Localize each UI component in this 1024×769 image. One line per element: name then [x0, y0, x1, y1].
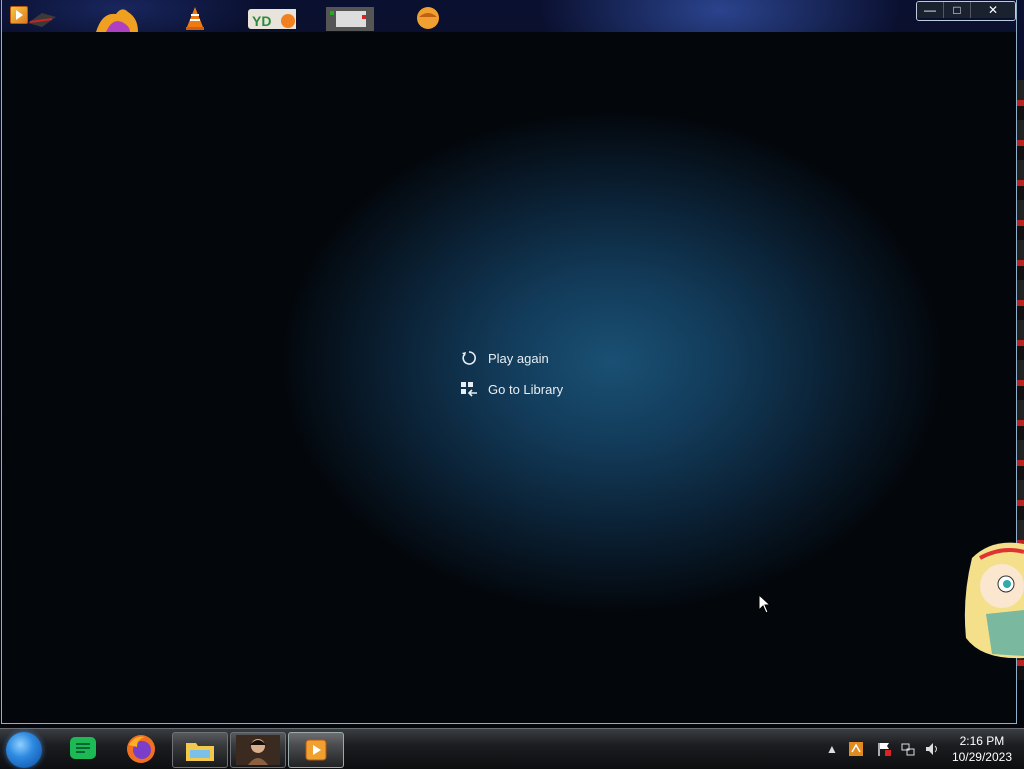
media-player-app-icon[interactable] [10, 6, 28, 24]
system-tray: ▲ 2:16 PM 10/29/2023 [814, 729, 1024, 769]
portrait-app-icon[interactable] [230, 732, 286, 768]
window-titlebar[interactable]: — □ ✕ [2, 0, 1016, 32]
mouse-cursor [758, 593, 772, 619]
close-button[interactable]: ✕ [970, 2, 1015, 18]
show-hidden-icons-icon[interactable]: ▲ [824, 741, 840, 757]
media-player-icon[interactable] [288, 732, 344, 768]
tray-app-icon[interactable] [848, 741, 864, 757]
go-to-library-button[interactable]: Go to Library [460, 376, 563, 402]
clock-time: 2:16 PM [959, 734, 1005, 748]
maximize-button[interactable]: □ [943, 2, 970, 18]
network-icon[interactable] [900, 741, 916, 757]
player-content-area[interactable]: Play again Go to Library [2, 32, 1016, 722]
replay-icon [460, 349, 478, 367]
library-icon [460, 380, 478, 398]
cartoon-sticker [962, 538, 1024, 662]
desktop: YD — □ ✕ Play again Go to Library ▲ 2:16… [0, 0, 1024, 769]
taskbar: ▲ 2:16 PM 10/29/2023 [0, 728, 1024, 769]
action-center-flag-icon[interactable] [876, 741, 892, 757]
media-player-window: — □ ✕ Play again Go to Library [1, 0, 1017, 724]
end-of-playback-menu: Play again Go to Library [460, 345, 563, 407]
notes-icon[interactable] [56, 732, 110, 766]
window-controls: — □ ✕ [916, 1, 1016, 21]
play-again-label: Play again [488, 350, 549, 366]
play-again-button[interactable]: Play again [460, 345, 563, 371]
clock-date: 10/29/2023 [951, 750, 1012, 764]
volume-icon[interactable] [924, 741, 940, 757]
file-explorer-icon[interactable] [172, 732, 228, 768]
firefox-icon[interactable] [114, 732, 168, 766]
go-to-library-label: Go to Library [488, 381, 564, 397]
clock[interactable]: 2:16 PM 10/29/2023 [952, 733, 1012, 765]
minimize-button[interactable]: — [917, 2, 943, 18]
start-button[interactable] [6, 732, 42, 768]
